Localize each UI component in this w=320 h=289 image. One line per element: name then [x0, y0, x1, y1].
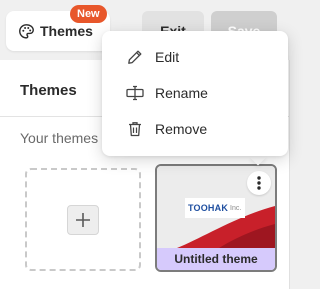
palette-icon: [17, 22, 35, 40]
plus-icon: [67, 205, 99, 235]
menu-item-label: Rename: [155, 85, 208, 101]
pencil-icon: [126, 48, 144, 66]
new-badge: New: [70, 5, 107, 23]
your-themes-label: Your themes: [20, 130, 99, 146]
theme-logo: TOOHAK Inc.: [185, 198, 245, 218]
menu-item-label: Remove: [155, 121, 208, 137]
trash-icon: [126, 120, 144, 138]
theme-name: Untitled theme: [157, 248, 275, 270]
menu-item-remove[interactable]: Remove: [102, 112, 288, 146]
theme-card[interactable]: TOOHAK Inc. Untitled theme: [155, 164, 277, 272]
themes-button-label: Themes: [40, 23, 93, 39]
logo-main-text: TOOHAK: [188, 203, 229, 213]
theme-context-menu: Edit Rename Remove: [102, 31, 288, 156]
more-options-icon[interactable]: [247, 171, 271, 195]
logo-sub-text: Inc.: [230, 204, 242, 212]
rename-icon: [126, 84, 144, 102]
add-theme-card[interactable]: [25, 168, 141, 271]
menu-item-edit[interactable]: Edit: [102, 40, 288, 74]
menu-item-label: Edit: [155, 49, 180, 65]
menu-item-rename[interactable]: Rename: [102, 76, 288, 110]
panel-title: Themes: [20, 82, 77, 99]
